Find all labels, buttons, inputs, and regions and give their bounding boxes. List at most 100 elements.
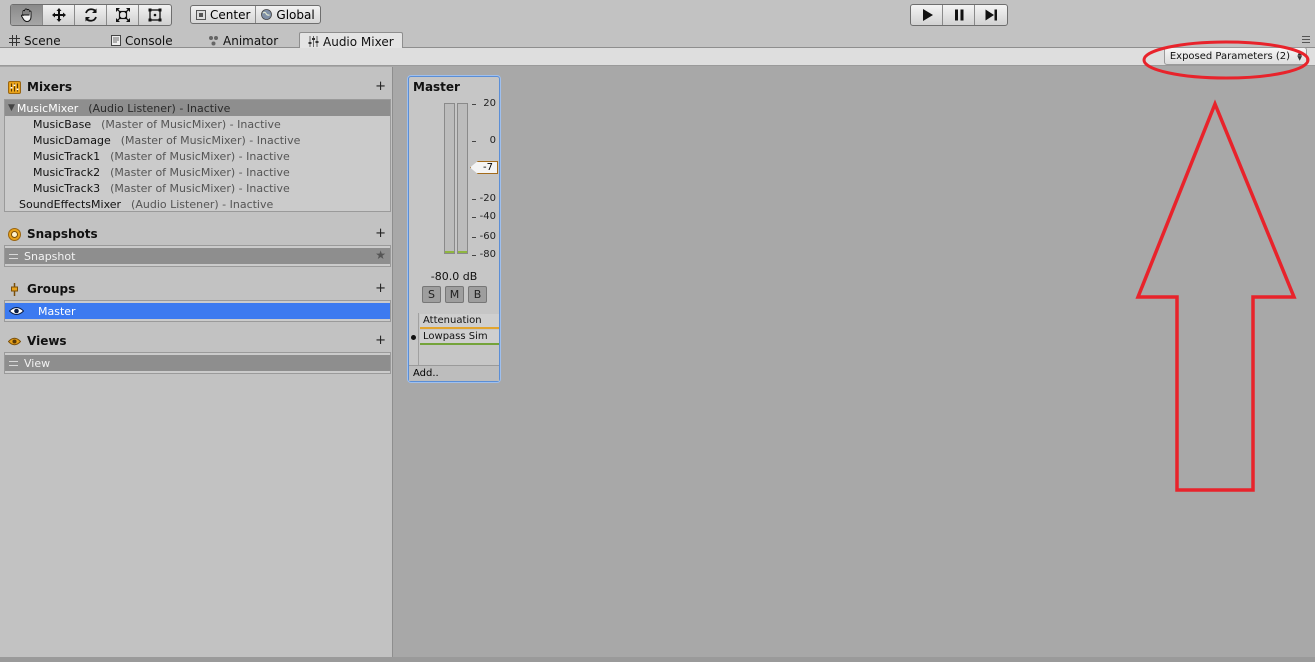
console-icon	[111, 35, 121, 46]
fader-scale: 20 0 -20 -40 -60 -80	[472, 96, 500, 266]
tick-mark	[472, 104, 476, 105]
tab-menu-icon[interactable]	[1302, 36, 1310, 43]
mixer-info: (Master of MusicMixer) - Inactive	[101, 117, 281, 131]
snapshot-name: Snapshot	[24, 249, 76, 263]
rotate-tool-button[interactable]	[75, 5, 107, 25]
mixer-info: (Audio Listener) - Inactive	[131, 197, 274, 211]
animator-icon	[209, 36, 218, 46]
add-group-button[interactable]: +	[375, 281, 386, 296]
group-name: Master	[38, 304, 76, 318]
step-icon	[985, 9, 997, 21]
tab-console[interactable]: Console	[103, 32, 181, 49]
scale-label: -60	[479, 231, 496, 242]
mixer-info: (Master of MusicMixer) - Inactive	[110, 181, 290, 195]
snapshots-title: Snapshots	[27, 227, 98, 241]
mixer-item-musictrack1[interactable]: MusicTrack1 (Master of MusicMixer) - Ina…	[5, 148, 390, 164]
level-meter-right	[457, 103, 468, 254]
exposed-parameters-label: Exposed Parameters (2)	[1169, 50, 1290, 62]
pause-icon	[954, 9, 963, 21]
tab-label: Audio Mixer	[323, 34, 394, 49]
snapshot-icon	[8, 227, 21, 241]
tick-mark	[472, 255, 476, 256]
exposed-parameters-dropdown[interactable]: Exposed Parameters (2) ▲ ▼	[1163, 47, 1307, 65]
playback-controls	[910, 4, 1008, 26]
scale-label: -80	[479, 249, 496, 260]
pause-button[interactable]	[943, 5, 975, 25]
snapshots-header: Snapshots +	[8, 226, 388, 242]
rotate-icon	[84, 8, 97, 22]
add-effect-button[interactable]: Add..	[409, 365, 499, 381]
tab-label: Animator	[223, 33, 279, 48]
eye-icon[interactable]	[9, 306, 24, 316]
mixer-name: SoundEffectsMixer	[19, 197, 122, 211]
add-mixer-button[interactable]: +	[375, 79, 386, 94]
pivot-center-icon	[196, 9, 206, 20]
pivot-mode-label: Center	[210, 7, 251, 22]
move-icon	[51, 8, 66, 22]
hand-icon	[20, 8, 31, 23]
hand-tool-button[interactable]	[11, 5, 43, 25]
mixer-name: MusicTrack3	[33, 181, 101, 195]
mixer-name: MusicBase	[33, 117, 92, 131]
add-view-button[interactable]: +	[375, 333, 386, 348]
mixer-item-soundeffectsmixer[interactable]: SoundEffectsMixer (Audio Listener) - Ina…	[5, 196, 390, 212]
effect-attenuation[interactable]: Attenuation	[420, 314, 499, 329]
views-header: Views +	[8, 333, 388, 349]
mixer-icon	[8, 80, 21, 94]
star-icon[interactable]: ★	[375, 248, 386, 262]
effect-divider	[418, 313, 419, 365]
mixer-item-musictrack3[interactable]: MusicTrack3 (Master of MusicMixer) - Ina…	[5, 180, 390, 196]
drag-handle-icon[interactable]	[9, 253, 18, 259]
group-icon	[8, 282, 21, 296]
add-snapshot-button[interactable]: +	[375, 226, 386, 241]
move-tool-button[interactable]	[43, 5, 75, 25]
mixer-item-musicbase[interactable]: MusicBase (Master of MusicMixer) - Inact…	[5, 116, 390, 132]
mixer-name: MusicTrack2	[33, 165, 101, 179]
mixer-info: (Master of MusicMixer) - Inactive	[110, 149, 290, 163]
mixer-item-musicdamage[interactable]: MusicDamage (Master of MusicMixer) - Ina…	[5, 132, 390, 148]
fader-value: -7	[483, 162, 493, 173]
bypass-button[interactable]: B	[468, 286, 487, 303]
solo-button[interactable]: S	[422, 286, 441, 303]
transform-tools	[10, 4, 172, 26]
mixer-header-strip	[0, 48, 1315, 66]
pivot-mode-button[interactable]: Center	[191, 6, 257, 23]
effect-lowpass-sim[interactable]: Lowpass Sim	[420, 330, 499, 345]
dropdown-arrows-icon: ▲ ▼	[1297, 50, 1302, 62]
globe-icon	[261, 9, 273, 20]
views-list: View	[4, 352, 391, 374]
tab-scene[interactable]: Scene	[1, 32, 69, 49]
scale-icon	[115, 8, 130, 22]
group-item-master[interactable]: Master	[5, 303, 390, 319]
level-meter-left	[444, 103, 455, 254]
view-item[interactable]: View	[5, 355, 390, 371]
expand-triangle-icon[interactable]: ▼	[8, 103, 15, 113]
scale-label: 0	[489, 135, 496, 146]
scale-label: -40	[479, 211, 496, 222]
rect-tool-button[interactable]	[139, 5, 171, 25]
mixer-item-musicmixer[interactable]: ▼ MusicMixer (Audio Listener) - Inactive	[5, 100, 390, 116]
mute-button[interactable]: M	[445, 286, 464, 303]
pivot-rotation-button[interactable]: Global	[256, 6, 319, 23]
snapshots-list: Snapshot ★	[4, 245, 391, 267]
tick-mark	[472, 237, 476, 238]
snapshot-item[interactable]: Snapshot ★	[5, 248, 390, 264]
mixer-item-musictrack2[interactable]: MusicTrack2 (Master of MusicMixer) - Ina…	[5, 164, 390, 180]
step-button[interactable]	[975, 5, 1007, 25]
mixer-sidebar: Mixers + ▼ MusicMixer (Audio Listener) -…	[0, 67, 393, 658]
main-toolbar: Center Global	[0, 0, 1315, 30]
scale-tool-button[interactable]	[107, 5, 139, 25]
rect-transform-icon	[148, 8, 162, 22]
mixers-title: Mixers	[27, 80, 72, 94]
play-icon	[922, 9, 933, 21]
view-icon	[8, 335, 21, 348]
mixer-info: (Audio Listener) - Inactive	[88, 101, 231, 115]
tab-animator[interactable]: Animator	[200, 32, 286, 49]
drag-handle-icon[interactable]	[9, 360, 18, 366]
tick-mark	[472, 141, 476, 142]
scale-label: -20	[479, 193, 496, 204]
view-name: View	[24, 356, 51, 370]
play-button[interactable]	[911, 5, 943, 25]
pivot-rotation-label: Global	[276, 7, 315, 22]
tab-label: Console	[125, 33, 173, 48]
